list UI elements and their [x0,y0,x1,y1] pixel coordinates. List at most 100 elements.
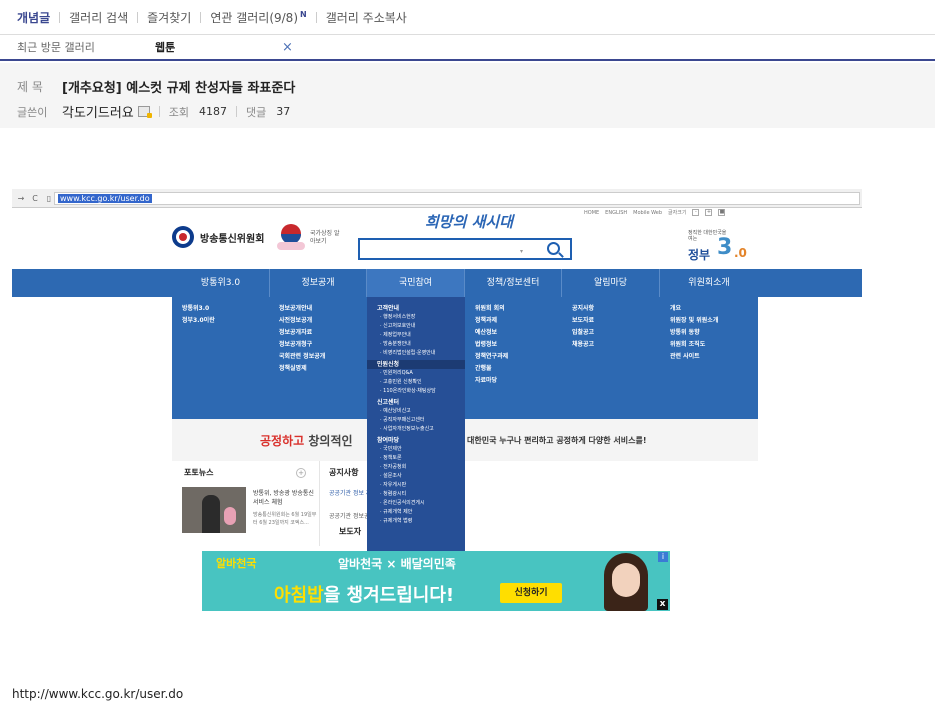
address-url: www.kcc.go.kr/user.do [58,193,152,203]
list-item: 방통위 동향 [670,329,700,336]
menu-notice: 알림마당 [562,269,660,297]
recent-gallery-link[interactable]: 웹툰 [155,39,282,55]
list-item: · 규제개혁 제안 [380,509,413,515]
recent-galleries-bar: 최근 방문 갤러리 웹툰 × [0,34,935,61]
list-item: 정보공개안내 [279,305,313,312]
group-header: 신고센터 [377,399,400,406]
list-item: 공지사항 [572,305,595,312]
ad-apply-button[interactable]: 신청하기 [500,583,562,603]
user-badge-icon[interactable] [137,106,152,118]
dropdown-col-policy: 위원회 회의 정책과제 예산정보 법령정보 정책연구과제 간행물 자료마당 [475,303,508,387]
list-item: · 규제개혁 법령 [380,518,413,524]
embedded-screenshot: → C ▯ www.kcc.go.kr/user.do 방송통신위원회 국가상징… [12,189,862,629]
related-galleries-label: 연관 갤러리(9/8) [210,10,299,25]
gov30-three: 3 [717,235,733,260]
divider [236,106,238,117]
source-url[interactable]: http://www.kcc.go.kr/user.do [12,687,183,701]
views-label: 조회 [168,105,190,119]
list-item: · 청렴광시티 [380,491,407,497]
divider [200,11,202,23]
ad-close-icon[interactable]: x [657,599,668,610]
photo-news-header: 포토뉴스 [184,468,214,477]
utility-links: HOME ENGLISH Mobile Web 글자크기 - + ■ [584,209,726,216]
post-header: 제 목 [개추요청] 예스컷 규제 찬성자들 좌표준다 글쓴이 각도기드러요 조… [0,63,935,128]
util-mobile: Mobile Web [633,209,663,216]
address-field-bg [54,192,860,205]
dropdown-col-about: 개요 위원장 및 위원소개 방통위 동향 위원회 조직도 관련 사이트 [670,303,718,363]
list-item: · 행정서비스헌장 [380,314,416,320]
nav-gallery-search[interactable]: 갤러리 검색 [69,9,128,26]
list-item: · 사업자개인정보누출신고 [380,426,434,432]
close-icon[interactable]: × [282,40,293,55]
banner-headline-rest: 창의적인 [308,434,353,448]
title-label: 제 목 [17,80,43,94]
list-item: · 예산낭비신고 [380,408,411,414]
site-name: 방송통신위원회 [200,233,265,245]
list-item: · 민원처리Q&A [380,370,413,376]
list-item: 정책실명제 [279,365,307,372]
slogan: 희망의 새시대 [425,213,514,231]
nav-copy-address[interactable]: 갤러리 주소복사 [326,9,407,26]
nav-related-galleries[interactable]: 연관 갤러리(9/8) N [210,9,306,26]
writer-nickname[interactable]: 각도기드러요 [62,102,134,121]
advertisement-banner[interactable]: 알바천국 알바천국 × 배달의민족 아침밥을 챙겨드립니다! 신청하기 i x [202,551,670,611]
news-section: 포토뉴스 + 방통위, 방송광 방송통신 서비스 체험 방송통신위원회는 6월 … [172,461,758,546]
ad-info-icon[interactable]: i [658,552,668,562]
national-flag-icon [277,222,305,252]
menu-about: 위원회소개 [688,278,730,288]
list-item: · 110온라인화상·채팅상담 [380,388,436,394]
util-home: HOME [584,209,600,216]
list-item: · 국민제안 [380,446,402,452]
photo-person [202,495,220,533]
divider [59,11,61,23]
meta-row: 글쓴이 각도기드러요 조회 4187 댓글 37 [17,102,290,121]
list-item: 위원장 및 위원소개 [670,317,719,324]
list-item: · 비영리법인설립·운영안내 [380,350,436,356]
list-item: 정보공개청구 [279,341,313,348]
gov30-zero: .0 [734,246,747,260]
search-icon [547,242,560,255]
comments-label: 댓글 [246,105,267,119]
hero-banner: 공정하고 창의적인 대한민국 누구나 편리하고 공정하게 다양한 서비스를! [172,419,758,461]
ad-headline-yellow: 아침밥 [274,585,324,606]
model-face [612,563,640,597]
group-header: 참여마당 [377,437,400,444]
list-item: 방통위3.0 [182,305,210,312]
banner-headline-red: 공정하고 [260,434,305,448]
views-count: 4187 [199,105,228,118]
list-item: 정부3.0이란 [182,317,215,324]
group-header-highlighted: 민원신청 [367,360,465,369]
list-item: 채용공고 [572,341,595,348]
banner-headline: 공정하고 창의적인 [260,432,353,449]
list-item: · 정책토론 [380,455,402,461]
list-item: 사전정보공개 [279,317,313,324]
press-header: 보도자 [339,527,362,536]
list-item: 예산정보 [475,329,498,336]
more-icon: + [296,468,306,478]
nav-favorites[interactable]: 즐겨찾기 [147,9,191,26]
news-photo [182,487,246,533]
nav-concept-posts[interactable]: 개념글 [17,9,50,26]
list-item: · 온라인공식의견게시 [380,500,425,506]
list-item: · 방송분쟁안내 [380,341,411,347]
menu-policy: 정책/정보센터 [465,269,562,297]
font-reset: ■ [718,209,726,216]
title-row: 제 목 [개추요청] 예스컷 규제 찬성자들 좌표준다 [17,77,295,96]
divider [319,461,320,546]
list-item: · 공직자부패신고센터 [380,417,425,423]
comments-count: 37 [276,105,291,118]
photo-mascot [224,507,236,525]
divider [158,106,160,117]
browser-address-bar: → C ▯ www.kcc.go.kr/user.do [12,189,862,208]
page-icon: ▯ [46,193,52,203]
ad-headline: 아침밥을 챙겨드립니다! [274,581,454,607]
recent-galleries-label: 최근 방문 갤러리 [17,41,95,54]
site-main-menu: 방통위3.0 정보공개 국민참여 정책/정보센터 알림마당 위원회소개 [12,269,862,297]
list-item: 정보공개자료 [279,329,313,336]
group-header: 고객안내 [377,305,400,312]
ad-brand-albacheonguk: 알바천국 [216,557,257,570]
back-arrow-icon: → [17,193,25,203]
notice-header: 공지사항 [329,468,359,477]
mega-dropdown: 방통위3.0 정부3.0이란 정보공개안내 사전정보공개 정보공개자료 정보공개… [172,297,758,419]
list-item: 보도자료 [572,317,595,324]
